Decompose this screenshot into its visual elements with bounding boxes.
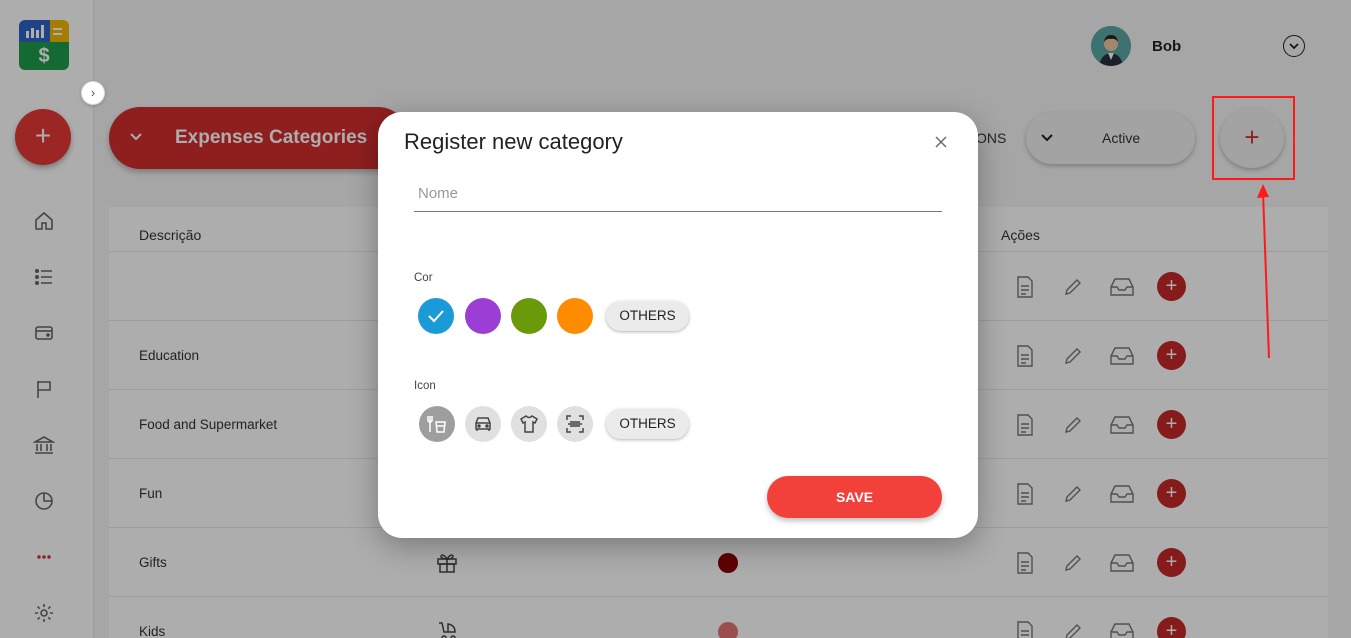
color-swatch-green[interactable]: [511, 298, 547, 334]
close-icon[interactable]: [931, 132, 951, 152]
save-button[interactable]: SAVE: [767, 476, 942, 518]
more-colors-button[interactable]: OTHERS: [606, 301, 689, 331]
color-swatch-purple[interactable]: [465, 298, 501, 334]
shirt-icon[interactable]: [511, 406, 547, 442]
register-category-modal: Register new category Cor OTHERS Icon OT…: [378, 112, 978, 538]
color-swatch-blue[interactable]: [418, 298, 454, 334]
sidebar-collapse-button[interactable]: ›: [81, 81, 105, 105]
car-icon[interactable]: [465, 406, 501, 442]
modal-title: Register new category: [404, 129, 623, 154]
annotation-highlight-box: [1212, 96, 1295, 180]
color-swatch-orange[interactable]: [557, 298, 593, 334]
restaurant-icon[interactable]: [419, 406, 455, 442]
category-name-input[interactable]: [414, 176, 942, 212]
more-icons-button[interactable]: OTHERS: [606, 409, 689, 439]
scan-icon[interactable]: [557, 406, 593, 442]
annotation-arrow: [1257, 184, 1270, 359]
color-section-label: Cor: [414, 272, 433, 284]
check-icon: [428, 310, 444, 323]
icon-section-label: Icon: [414, 380, 436, 392]
